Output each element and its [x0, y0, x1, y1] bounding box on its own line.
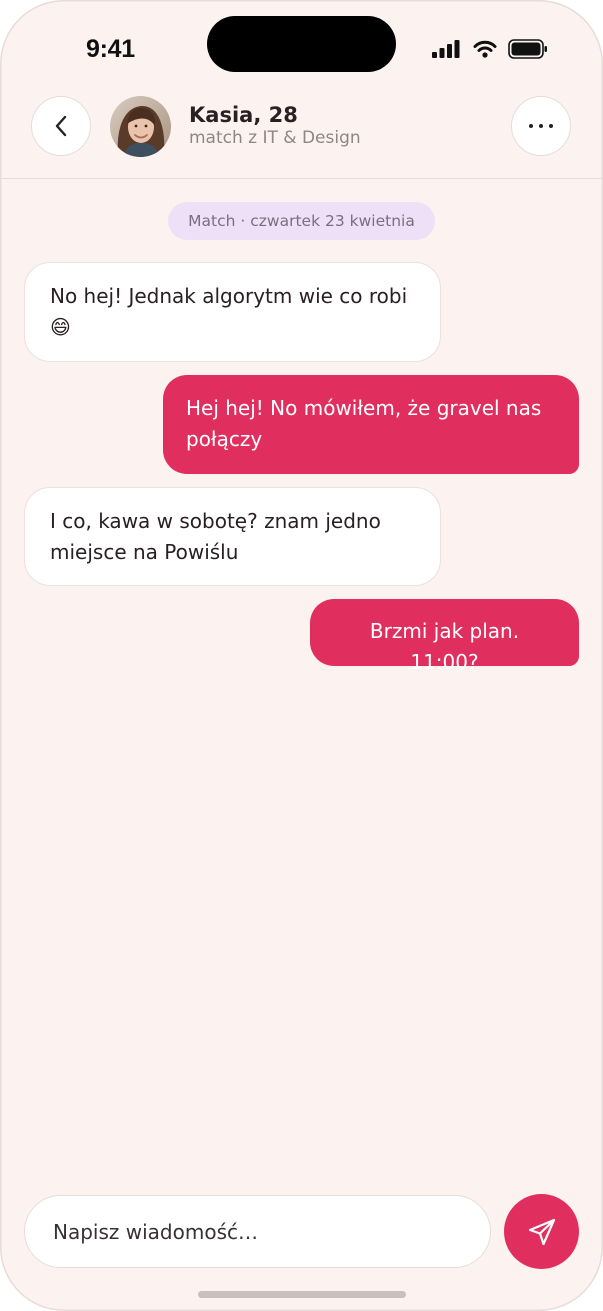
avatar[interactable]	[110, 96, 171, 157]
message-input[interactable]	[24, 1195, 491, 1268]
dynamic-island	[207, 16, 396, 72]
send-icon	[527, 1217, 557, 1247]
cellular-signal-icon	[432, 40, 460, 62]
contact-name[interactable]: Kasia, 28	[189, 103, 298, 127]
phone-screen: 9:41 Kasia, 28 match z IT & Design Match…	[0, 0, 603, 1311]
wifi-icon	[473, 40, 497, 62]
more-options-button[interactable]	[511, 96, 571, 156]
more-horizontal-icon	[528, 123, 554, 129]
battery-icon	[508, 39, 548, 63]
message-incoming[interactable]: I co, kawa w sobotę? znam jedno miejsce …	[24, 487, 441, 586]
chat-header: Kasia, 28 match z IT & Design	[0, 86, 603, 179]
message-outgoing[interactable]: Hej hej! No mówiłem, że gravel nas połąc…	[163, 375, 579, 474]
message-incoming[interactable]: No hej! Jednak algorytm wie co robi 😄	[24, 262, 441, 362]
send-button[interactable]	[504, 1194, 579, 1269]
message-outgoing[interactable]: Brzmi jak plan. 11:00?	[310, 599, 579, 674]
back-button[interactable]	[31, 96, 91, 156]
chevron-left-icon	[54, 115, 68, 137]
status-time: 9:41	[86, 35, 135, 63]
contact-subtitle: match z IT & Design	[189, 128, 361, 148]
date-separator: Match · czwartek 23 kwietnia	[168, 202, 435, 240]
home-indicator[interactable]	[198, 1291, 406, 1298]
